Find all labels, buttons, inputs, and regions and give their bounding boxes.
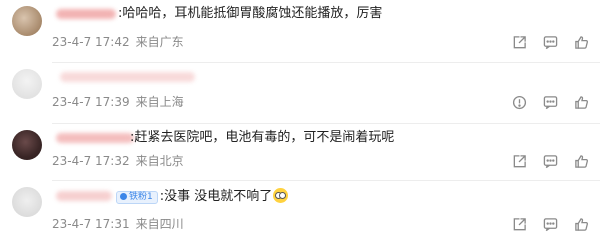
comment-icon[interactable] — [542, 153, 559, 170]
comment-icon[interactable] — [542, 34, 559, 51]
comment-date: 23-4-7 17:32 — [52, 154, 130, 168]
share-icon[interactable] — [511, 153, 528, 170]
comment-meta: 23-4-7 17:31 来自四川 — [52, 217, 184, 231]
comment-actions — [511, 34, 590, 51]
share-icon[interactable] — [511, 34, 528, 51]
comment-icon[interactable] — [542, 216, 559, 233]
comment-item: :赶紧去医院吧，电池有毒的，可不是闹着玩呢 23-4-7 17:32 来自北京 — [0, 124, 600, 180]
avatar[interactable] — [12, 6, 42, 36]
fan-badge-label: 铁粉1 — [129, 192, 153, 202]
username-redacted[interactable] — [56, 133, 134, 143]
report-icon[interactable] — [511, 94, 528, 111]
comment-meta: 23-4-7 17:39 来自上海 — [52, 95, 184, 109]
comment-actions — [511, 94, 590, 111]
comment-text: :哈哈哈，耳机能抵御胃酸腐蚀还能播放，厉害 — [118, 6, 383, 21]
fan-badge[interactable]: 铁粉1 — [116, 191, 158, 204]
comment-icon[interactable] — [542, 94, 559, 111]
username-redacted[interactable] — [60, 72, 195, 82]
comment-text-content: :没事 没电就不响了 — [159, 189, 273, 204]
comment-text: 铁粉1 :没事 没电就不响了 — [116, 188, 289, 205]
comment-date: 23-4-7 17:31 — [52, 217, 130, 231]
comment-meta: 23-4-7 17:32 来自北京 — [52, 154, 184, 168]
comment-location: 来自上海 — [135, 95, 184, 109]
comment-item: 铁粉1 :没事 没电就不响了 23-4-7 17:31 来自四川 — [0, 181, 600, 243]
comment-actions — [511, 216, 590, 233]
comment-item: 23-4-7 17:39 来自上海 — [0, 63, 600, 123]
fan-badge-icon — [120, 193, 127, 200]
avatar[interactable] — [12, 130, 42, 160]
comment-location: 来自四川 — [135, 217, 184, 231]
like-icon[interactable] — [573, 153, 590, 170]
like-icon[interactable] — [573, 94, 590, 111]
like-icon[interactable] — [573, 34, 590, 51]
share-icon[interactable] — [511, 216, 528, 233]
comment-meta: 23-4-7 17:42 来自广东 — [52, 35, 184, 49]
username-redacted[interactable] — [56, 191, 112, 201]
comment-location: 来自广东 — [135, 35, 184, 49]
like-icon[interactable] — [573, 216, 590, 233]
avatar[interactable] — [12, 187, 42, 217]
comment-item: :哈哈哈，耳机能抵御胃酸腐蚀还能播放，厉害 23-4-7 17:42 来自广东 — [0, 0, 600, 62]
avatar[interactable] — [12, 69, 42, 99]
sweat-emoji-icon — [273, 188, 289, 203]
comment-text: :赶紧去医院吧，电池有毒的，可不是闹着玩呢 — [130, 130, 395, 145]
comment-date: 23-4-7 17:39 — [52, 95, 130, 109]
comment-actions — [511, 153, 590, 170]
comment-location: 来自北京 — [135, 154, 184, 168]
comment-date: 23-4-7 17:42 — [52, 35, 130, 49]
username-redacted[interactable] — [56, 9, 116, 19]
